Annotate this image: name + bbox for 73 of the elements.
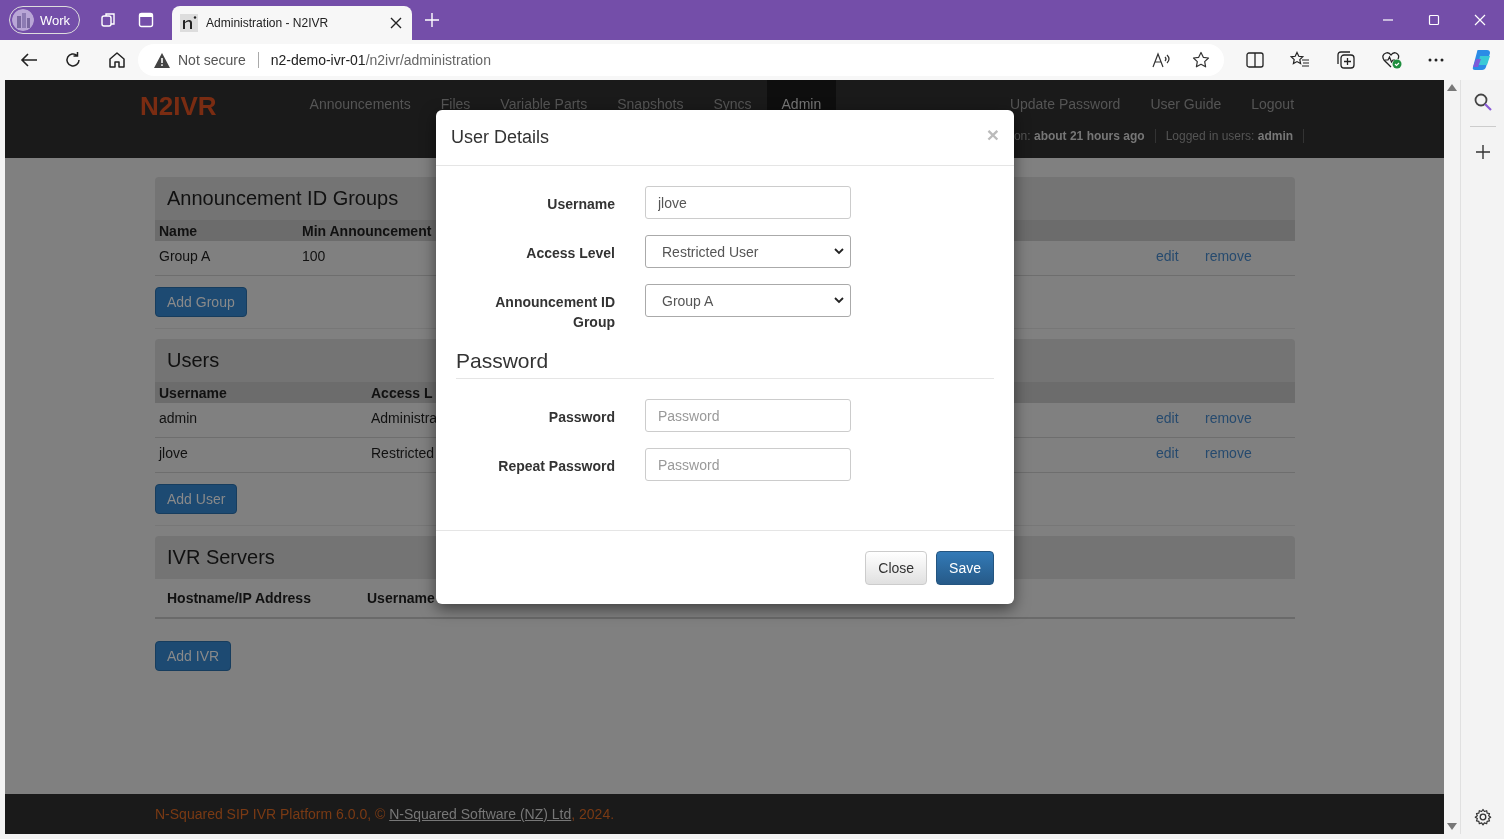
table-cell-text: jlove [157, 445, 189, 461]
select-field[interactable]: Restricted User [645, 235, 851, 268]
field-label: Username [546, 195, 615, 214]
section-heading: Password [456, 349, 994, 379]
nav-link[interactable]: Update Password [1009, 96, 1121, 112]
url-text: n2-demo-ivr-01/n2ivr/administration [270, 52, 491, 68]
table-cell-text: Restricted [370, 445, 436, 461]
nav-link[interactable]: Logout [1251, 96, 1295, 112]
nav-link[interactable]: Announcements [294, 80, 426, 126]
close-icon[interactable] [390, 17, 403, 29]
row-action-link[interactable]: remove [1201, 248, 1295, 264]
table-cell-text: 100 [301, 248, 327, 264]
site-favicon-icon [180, 14, 199, 32]
close-button[interactable]: Close [865, 550, 928, 585]
password-field[interactable]: Password [645, 448, 851, 481]
settings-icon[interactable] [1473, 808, 1492, 826]
column-header: Name [158, 222, 199, 239]
column-header: Username [366, 590, 436, 606]
table-cell-text: Group A [158, 248, 212, 264]
tab-actions-icon[interactable] [138, 12, 155, 28]
maximize-icon[interactable] [1428, 14, 1440, 26]
favorite-star-icon[interactable] [1192, 51, 1210, 69]
collections-icon[interactable] [1336, 51, 1356, 69]
field-label: Access Level [525, 244, 615, 263]
brand-logo[interactable]: N2IVR [140, 91, 217, 121]
save-button[interactable]: Save [936, 550, 994, 585]
read-aloud-icon[interactable] [1152, 52, 1172, 68]
add-button[interactable]: Add IVR [155, 641, 232, 671]
row-action-link[interactable]: remove [1201, 445, 1295, 461]
table-cell-text: Administra [370, 410, 439, 426]
row-action-link[interactable]: edit [1152, 445, 1201, 461]
password-field[interactable]: Password [645, 399, 851, 432]
add-button[interactable]: Add Group [155, 287, 247, 317]
field-label: Announcement ID Group [494, 293, 615, 332]
back-icon[interactable] [20, 52, 38, 68]
favorites-icon[interactable] [1290, 51, 1310, 69]
section-title: Announcement ID Groups [167, 187, 399, 210]
home-icon[interactable] [108, 51, 126, 69]
input-field[interactable]: jlove [645, 186, 851, 219]
close-button[interactable]: × [986, 124, 999, 145]
column-header: Access L [370, 384, 434, 401]
dialog-title: User Details [451, 127, 550, 148]
browser-tab[interactable]: Administration - N2IVR [172, 6, 413, 40]
add-icon[interactable] [1475, 145, 1490, 159]
section-title: IVR Servers [167, 546, 275, 569]
avatar-icon [12, 9, 34, 31]
security-label: Not secure [178, 52, 246, 68]
heart-check-icon[interactable] [1382, 51, 1402, 69]
scroll-up-icon[interactable] [1447, 84, 1458, 91]
column-header: Min Announcement [301, 222, 433, 239]
scroll-down-icon[interactable] [1447, 823, 1458, 830]
table-cell-text: admin [158, 410, 199, 426]
column-header: Username [158, 384, 228, 401]
field-label: Repeat Password [497, 457, 615, 476]
chevron-icon [834, 248, 844, 255]
field-label: Password [547, 408, 615, 427]
refresh-icon[interactable] [64, 51, 82, 69]
row-action-link[interactable]: remove [1201, 410, 1295, 426]
new-tab-icon[interactable] [424, 12, 441, 28]
chevron-icon [834, 297, 844, 304]
more-icon[interactable] [1428, 58, 1444, 62]
split-screen-icon[interactable] [1246, 52, 1264, 68]
search-icon[interactable] [1472, 92, 1493, 112]
select-field[interactable]: Group A [645, 284, 851, 317]
row-action-link[interactable]: edit [1152, 410, 1201, 426]
row-action-link[interactable]: edit [1152, 248, 1201, 264]
footer-text: N-Squared SIP IVR Platform 6.0.0, © N-Squared Software (NZ) Ltd, 2024. [155, 806, 615, 822]
section-title: Users [167, 349, 220, 372]
nav-link[interactable]: User Guide [1150, 96, 1222, 112]
add-button[interactable]: Add User [155, 484, 238, 514]
column-header: Hostname/IP Address [166, 590, 312, 606]
warning-icon [154, 52, 170, 68]
address-bar[interactable]: Not secure n2-demo-ivr-01/n2ivr/administration [138, 44, 1224, 76]
